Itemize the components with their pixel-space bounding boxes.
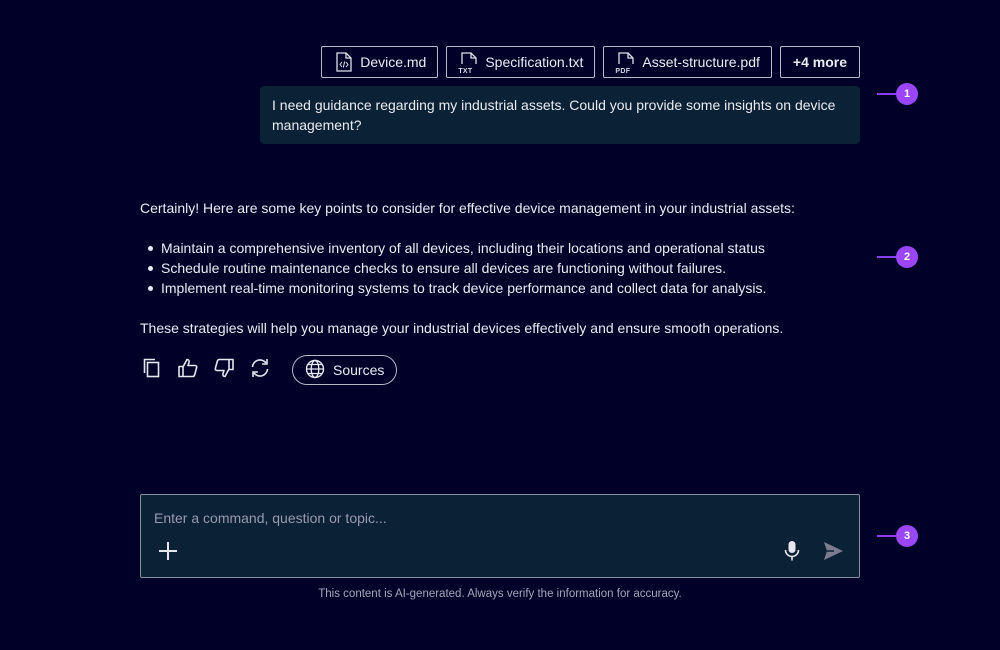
thumbs-down-icon: [213, 357, 235, 384]
copy-icon: [142, 357, 162, 384]
step-marker-2: 2: [877, 246, 918, 268]
response-intro: Certainly! Here are some key points to c…: [140, 200, 795, 216]
marker-badge: 3: [896, 525, 918, 547]
response-actions: Sources: [140, 355, 398, 385]
copy-button[interactable]: [140, 355, 164, 385]
regenerate-button[interactable]: [248, 355, 272, 385]
send-button[interactable]: [821, 539, 845, 563]
command-input[interactable]: [152, 505, 846, 531]
add-attachment-button[interactable]: [157, 540, 179, 562]
list-item: Schedule routine maintenance checks to e…: [140, 258, 860, 278]
list-item: Maintain a comprehensive inventory of al…: [140, 238, 860, 258]
thumbs-up-icon: [177, 357, 199, 384]
marker-badge: 1: [896, 83, 918, 105]
response-bullet-list: Maintain a comprehensive inventory of al…: [140, 238, 860, 298]
ai-disclaimer: This content is AI-generated. Always ver…: [318, 588, 682, 600]
attachment-chip-device-md[interactable]: Device.md: [321, 46, 439, 78]
globe-icon: [305, 359, 325, 382]
microphone-icon: [781, 541, 803, 567]
attachment-name: Device.md: [360, 54, 427, 70]
response-outro: These strategies will help you manage yo…: [140, 320, 784, 336]
assistant-response: Certainly! Here are some key points to c…: [140, 198, 860, 338]
attachment-chip-specification-txt[interactable]: TXT Specification.txt: [446, 46, 596, 78]
plus-icon: [157, 542, 179, 566]
sources-button[interactable]: Sources: [292, 355, 398, 385]
list-item: Implement real-time monitoring systems t…: [140, 278, 860, 298]
regenerate-icon: [249, 357, 271, 384]
attachment-chip-asset-structure-pdf[interactable]: PDF Asset-structure.pdf: [603, 46, 772, 78]
microphone-button[interactable]: [781, 539, 803, 563]
file-type-label: PDF: [615, 68, 631, 75]
sources-label: Sources: [333, 362, 385, 378]
attachment-name: Specification.txt: [485, 54, 584, 70]
attachment-name: Asset-structure.pdf: [642, 54, 760, 70]
more-attachments-button[interactable]: +4 more: [779, 46, 860, 78]
chat-page: Device.md TXT Specification.txt PDF Asse…: [0, 0, 1000, 650]
thumbs-down-button[interactable]: [212, 355, 236, 385]
message-composer: [140, 494, 860, 578]
step-marker-3: 3: [877, 525, 918, 547]
send-icon: [821, 542, 845, 567]
file-type-label: TXT: [458, 68, 473, 75]
step-marker-1: 1: [877, 83, 918, 105]
thumbs-up-button[interactable]: [176, 355, 200, 385]
marker-badge: 2: [896, 246, 918, 268]
txt-file-icon: TXT: [458, 52, 477, 75]
user-message: I need guidance regarding my industrial …: [260, 86, 860, 144]
pdf-file-icon: PDF: [615, 52, 635, 75]
attachment-list: Device.md TXT Specification.txt PDF Asse…: [321, 46, 860, 78]
code-file-icon: [336, 52, 352, 72]
